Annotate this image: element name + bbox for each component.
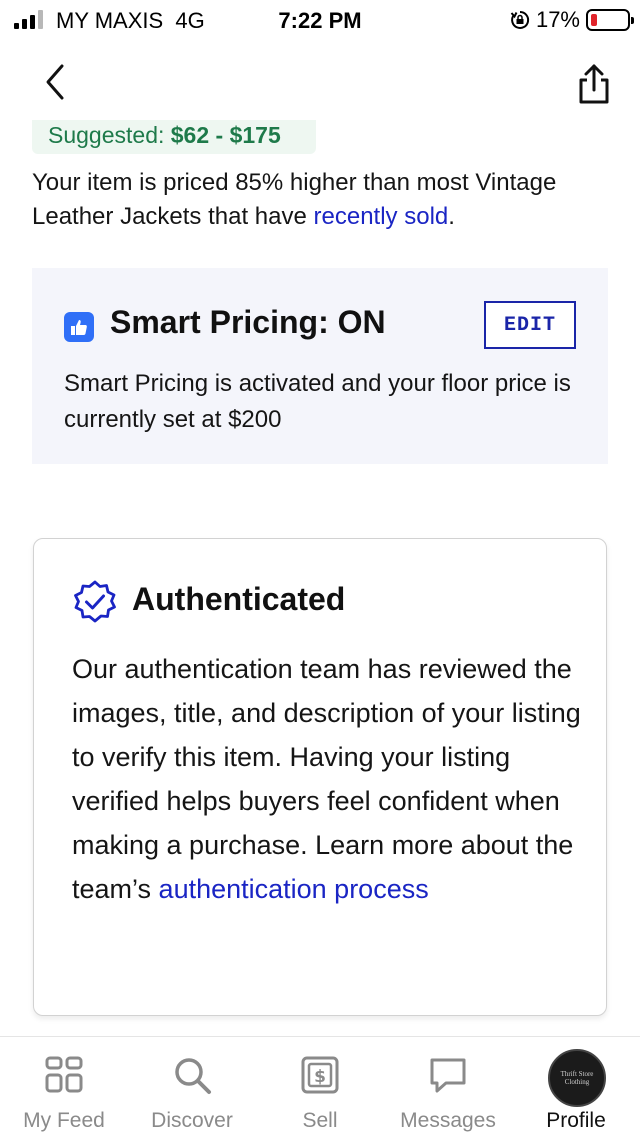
navigation-bar [0,50,640,120]
authenticated-text: Our authentication team has reviewed the… [72,654,581,904]
avatar-text-line: Clothing [564,1078,590,1086]
smart-pricing-card: Smart Pricing: ON EDIT Smart Pricing is … [32,268,608,464]
suggested-range: $62 - $175 [170,122,281,148]
tab-label: Discover [151,1109,233,1132]
price-comparison-note: Your item is priced 85% higher than most… [32,166,612,234]
smart-pricing-description: Smart Pricing is activated and your floo… [64,370,571,433]
profile-avatar: Thrift Store Clothing [548,1049,606,1107]
tab-label: Sell [302,1109,338,1132]
tab-messages[interactable]: Messages [384,1037,512,1136]
rotation-lock-icon [510,10,530,29]
chat-bubble-icon [430,1058,466,1093]
thumbs-up-icon [64,312,94,342]
chevron-left-icon[interactable] [36,60,76,104]
authentication-process-link[interactable]: authentication process [159,874,429,904]
edit-smart-pricing-button[interactable]: EDIT [484,301,576,349]
tab-label: Profile [546,1109,606,1132]
price-note-suffix: . [448,203,455,230]
dollar-tag-icon: $ [301,1056,339,1094]
share-icon[interactable] [576,62,612,106]
authenticated-card: Authenticated Our authentication team ha… [33,538,607,1016]
bottom-tab-bar: My Feed Discover $ Sell Messages Thrift … [0,1036,640,1136]
feed-grid-icon [45,1056,83,1093]
search-icon [175,1058,211,1094]
tab-discover[interactable]: Discover [128,1037,256,1136]
authenticated-title: Authenticated [132,581,346,617]
smart-pricing-title: Smart Pricing: ON [110,304,386,340]
tab-profile[interactable]: Thrift Store Clothing Profile [512,1037,640,1136]
svg-text:$: $ [314,1067,326,1087]
authenticated-body: Our authentication team has reviewed the… [72,647,582,911]
suggested-label: Suggested: [48,122,171,148]
status-bar: MY MAXIS 4G 7:22 PM 17% [0,0,640,40]
status-right: 17% [510,7,634,33]
tab-label: My Feed [23,1109,105,1132]
suggested-price-range: Suggested: $62 - $175 [32,120,316,154]
recently-sold-link[interactable]: recently sold [314,203,449,230]
avatar-text-line: Thrift Store [560,1070,594,1078]
verified-badge-icon [74,580,116,623]
price-note-text: Your item is priced 85% higher than most… [32,169,557,230]
tab-label: Messages [400,1109,496,1132]
battery-icon [586,9,634,31]
battery-fill [591,14,597,26]
tab-sell[interactable]: $ Sell [256,1037,384,1136]
battery-percent: 17% [535,7,580,32]
tab-my-feed[interactable]: My Feed [0,1037,128,1136]
